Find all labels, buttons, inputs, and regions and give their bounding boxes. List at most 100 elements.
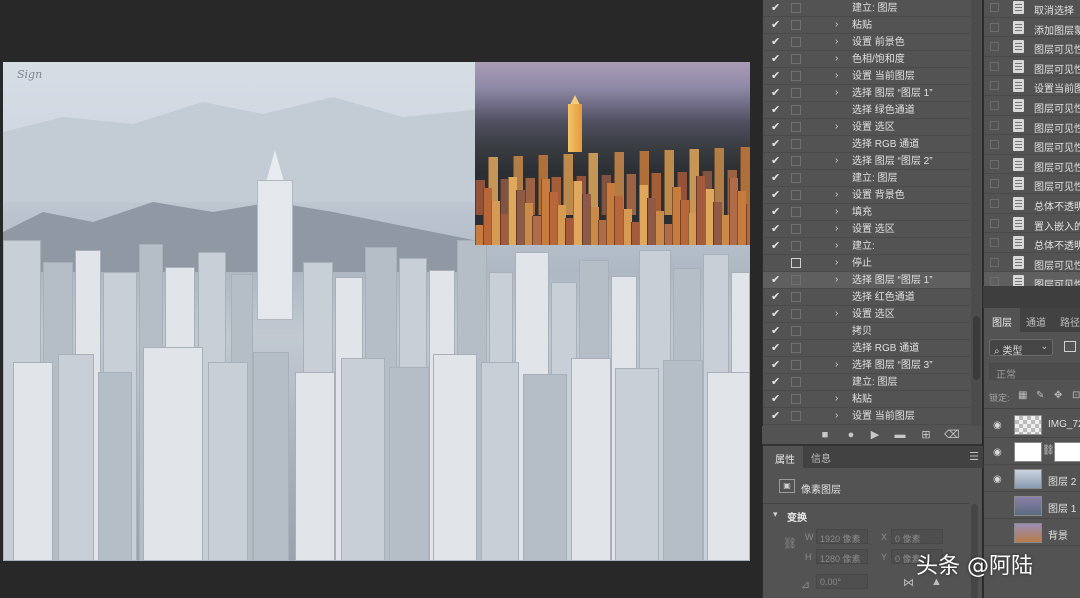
action-item[interactable]: 置入嵌入的 [984, 214, 1080, 234]
panel-menu-icon[interactable]: ☰ [969, 450, 979, 463]
new-action-icon[interactable]: ⊞ [919, 428, 933, 442]
action-item[interactable]: 设置当前图 [984, 76, 1080, 96]
tab-channels[interactable]: 通道 [1026, 314, 1046, 329]
layer-thumbnail[interactable] [1014, 415, 1042, 435]
chevron-right-icon[interactable]: › [835, 52, 845, 66]
chevron-right-icon[interactable]: › [835, 154, 845, 168]
history-item[interactable]: ✔ 建立: 图层 [763, 170, 970, 187]
chevron-right-icon[interactable]: › [835, 307, 845, 321]
dialog-toggle-icon[interactable] [791, 343, 801, 353]
dialog-toggle-icon[interactable] [791, 258, 801, 268]
history-item[interactable]: ✔ › 设置 背景色 [763, 187, 970, 204]
history-item[interactable]: ✔ › 粘贴 [763, 17, 970, 34]
layer-thumbnail[interactable] [1014, 469, 1042, 489]
action-item[interactable]: 图层可见性 [984, 135, 1080, 155]
history-item[interactable]: ✔ 建立: 图层 [763, 0, 970, 17]
dialog-toggle-icon[interactable] [990, 199, 999, 208]
dialog-toggle-icon[interactable] [990, 42, 999, 52]
history-item[interactable]: ✔ 选择 RGB 通道 [763, 340, 970, 357]
dialog-toggle-icon[interactable] [990, 238, 999, 248]
dialog-toggle-icon[interactable] [791, 309, 801, 319]
history-item[interactable]: ✔ › 建立: [763, 238, 970, 255]
layer-thumbnail[interactable] [1014, 442, 1042, 462]
action-item[interactable]: 图层可见性 [984, 253, 1080, 273]
history-item[interactable]: ✔ › 粘贴 [763, 391, 970, 408]
history-item[interactable]: ✔ › 设置 选区 [763, 221, 970, 238]
chevron-down-icon[interactable]: ▾ [773, 509, 778, 520]
action-item[interactable]: 图层可见性 [984, 116, 1080, 136]
check-icon[interactable]: ✔ [771, 120, 783, 134]
check-icon[interactable]: ✔ [771, 1, 783, 15]
history-item[interactable]: ✔ 拷贝 [763, 323, 970, 340]
link-icon[interactable]: ⛓ [1042, 445, 1055, 456]
dialog-toggle-icon[interactable] [990, 218, 999, 228]
image-filter-icon[interactable] [1064, 341, 1076, 352]
dialog-toggle-icon[interactable] [791, 394, 801, 404]
dialog-toggle-icon[interactable] [791, 173, 801, 183]
layer-mask-thumbnail[interactable] [1054, 442, 1080, 462]
layer-thumbnail[interactable] [1014, 523, 1042, 543]
layer-row[interactable]: ◉ 背景 [984, 520, 1080, 546]
dialog-toggle-icon[interactable] [990, 159, 999, 169]
check-icon[interactable]: ✔ [771, 290, 783, 304]
lock-artboard-icon[interactable]: ⊡ [1072, 390, 1080, 401]
dialog-toggle-icon[interactable] [990, 22, 999, 32]
history-item[interactable]: ✔ › 选择 图层 “图层 3” [763, 357, 970, 374]
eye-icon[interactable]: ◉ [993, 501, 1002, 512]
action-item[interactable]: 图层可见性 [984, 96, 1080, 116]
tab-layers[interactable]: 图层 [984, 308, 1020, 332]
dialog-toggle-icon[interactable] [791, 54, 801, 64]
dialog-toggle-icon[interactable] [791, 37, 801, 47]
action-item[interactable]: 图层可见性 [984, 37, 1080, 57]
dialog-toggle-icon[interactable] [990, 257, 999, 267]
width-field[interactable]: 1920 像素 [816, 529, 868, 544]
history-item[interactable]: ✔ › 设置 选区 [763, 306, 970, 323]
history-item[interactable]: ✔ 选择 RGB 通道 [763, 136, 970, 153]
eye-icon[interactable]: ◉ [993, 447, 1002, 458]
chevron-right-icon[interactable]: › [835, 35, 845, 49]
chevron-right-icon[interactable]: › [835, 69, 845, 83]
check-icon[interactable]: ✔ [771, 171, 783, 185]
folder-icon[interactable]: ▬ [893, 428, 907, 442]
eye-icon[interactable]: ◉ [993, 420, 1002, 431]
dialog-toggle-icon[interactable] [791, 241, 801, 251]
kind-filter-select[interactable]: ⌕ 类型 ⌄ [989, 339, 1053, 357]
history-item[interactable]: ✔ › 设置 选区 [763, 119, 970, 136]
dialog-toggle-icon[interactable] [791, 156, 801, 166]
check-icon[interactable]: ✔ [771, 103, 783, 117]
check-icon[interactable]: ✔ [771, 86, 783, 100]
check-icon[interactable]: ✔ [771, 35, 783, 49]
action-item[interactable]: 总体不透明 [984, 233, 1080, 253]
tab-paths[interactable]: 路径 [1060, 314, 1080, 329]
check-icon[interactable]: ✔ [771, 375, 783, 389]
record-icon[interactable]: ● [844, 428, 858, 442]
check-icon[interactable]: ✔ [771, 18, 783, 32]
history-item[interactable]: ✔ › 设置 前景色 [763, 34, 970, 51]
dialog-toggle-icon[interactable] [791, 139, 801, 149]
history-item[interactable]: ✔ 选择 绿色通道 [763, 102, 970, 119]
eye-icon[interactable]: ◉ [993, 528, 1002, 539]
tab-info[interactable]: 信息 [811, 450, 831, 465]
action-item[interactable]: 图层可见性 [984, 155, 1080, 175]
dialog-toggle-icon[interactable] [990, 61, 999, 71]
link-icon[interactable]: ⛓ [783, 537, 797, 550]
history-item[interactable]: ✔ 选择 红色通道 [763, 289, 970, 306]
layer-row[interactable]: ◉ ⛓ [984, 439, 1080, 465]
chevron-right-icon[interactable]: › [835, 120, 845, 134]
dialog-toggle-icon[interactable] [990, 101, 999, 110]
dialog-toggle-icon[interactable] [791, 190, 801, 200]
lock-brush-icon[interactable]: ✎ [1036, 390, 1044, 401]
layer-row[interactable]: ◉ 图层 2 [984, 466, 1080, 492]
dialog-toggle-icon[interactable] [990, 3, 999, 12]
blend-mode-select[interactable]: 正常 [989, 363, 1080, 381]
flip-icon[interactable]: ⋈ [903, 576, 914, 589]
dialog-toggle-icon[interactable] [990, 179, 999, 189]
check-icon[interactable]: ✔ [771, 324, 783, 338]
stop-icon[interactable]: ■ [818, 428, 832, 442]
action-item[interactable]: 添加图层蒙 [984, 18, 1080, 38]
check-icon[interactable]: ✔ [771, 307, 783, 321]
lock-transparent-icon[interactable]: ▦ [1018, 390, 1027, 401]
chevron-right-icon[interactable]: › [835, 392, 845, 406]
tab-properties[interactable]: 属性 [763, 446, 803, 468]
history-scroll-thumb[interactable] [973, 316, 980, 380]
